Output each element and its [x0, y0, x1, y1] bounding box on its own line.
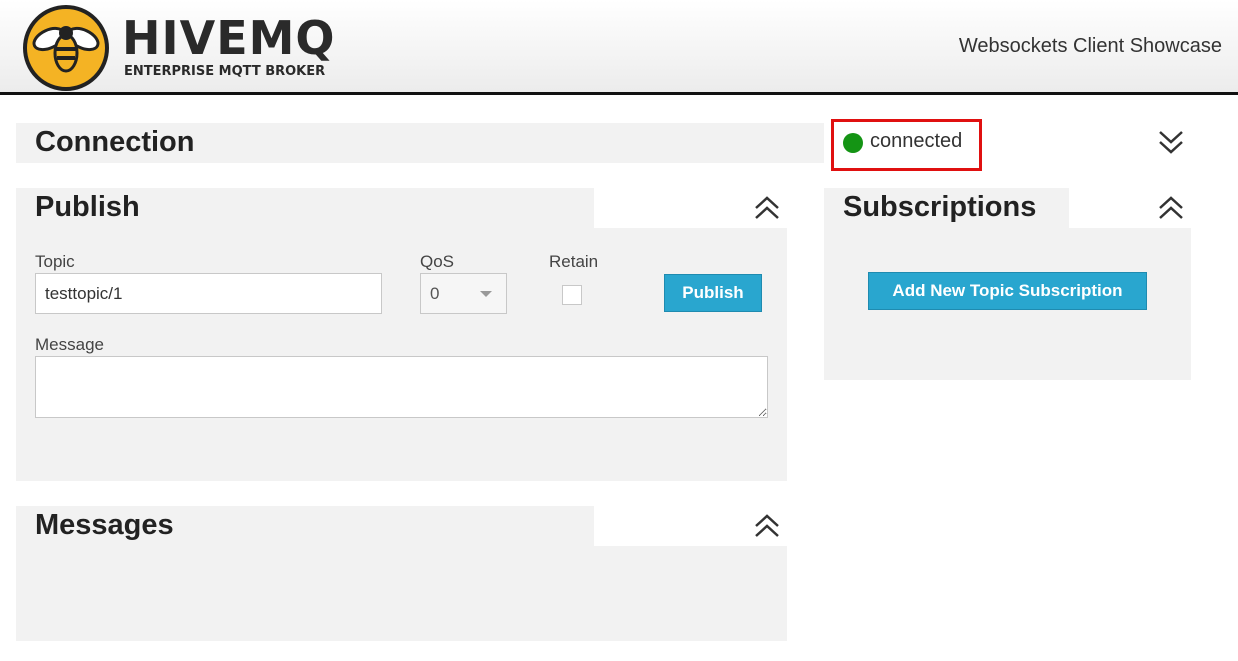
connection-title: Connection: [35, 126, 195, 158]
topic-input[interactable]: testtopic/1: [35, 273, 382, 314]
topic-input-value: testtopic/1: [45, 283, 123, 303]
retain-checkbox[interactable]: [562, 285, 582, 305]
qos-label: QoS: [420, 252, 455, 271]
message-textarea[interactable]: [35, 356, 768, 418]
publish-button[interactable]: Publish: [664, 274, 762, 312]
chevron-double-up-icon[interactable]: [754, 512, 780, 542]
messages-panel: [16, 546, 787, 641]
logo-tagline: ENTERPRISE MQTT BROKER: [124, 64, 326, 79]
page-subtitle: Websockets Client Showcase: [958, 35, 1222, 57]
chevron-double-up-icon[interactable]: [1158, 194, 1184, 224]
publish-panel: [16, 228, 787, 481]
status-indicator-icon: [843, 133, 863, 153]
chevron-double-down-icon[interactable]: [1158, 128, 1184, 158]
connection-status-text: connected: [870, 130, 963, 152]
messages-title: Messages: [35, 509, 174, 541]
chevron-double-up-icon[interactable]: [754, 194, 780, 224]
dropdown-caret-icon: [480, 291, 492, 297]
subscriptions-title: Subscriptions: [843, 191, 1037, 223]
retain-label: Retain: [549, 252, 599, 271]
add-subscription-button[interactable]: Add New Topic Subscription: [868, 272, 1147, 310]
message-label: Message: [35, 335, 104, 354]
hivemq-bee-logo-icon: [23, 5, 109, 91]
logo-wordmark: HIVEMQ: [122, 11, 336, 65]
page-header: HIVEMQ ENTERPRISE MQTT BROKER Websockets…: [0, 0, 1238, 95]
topic-label: Topic: [35, 252, 75, 271]
publish-title: Publish: [35, 191, 140, 223]
qos-select-value: 0: [430, 283, 440, 303]
qos-select[interactable]: 0: [420, 273, 507, 314]
